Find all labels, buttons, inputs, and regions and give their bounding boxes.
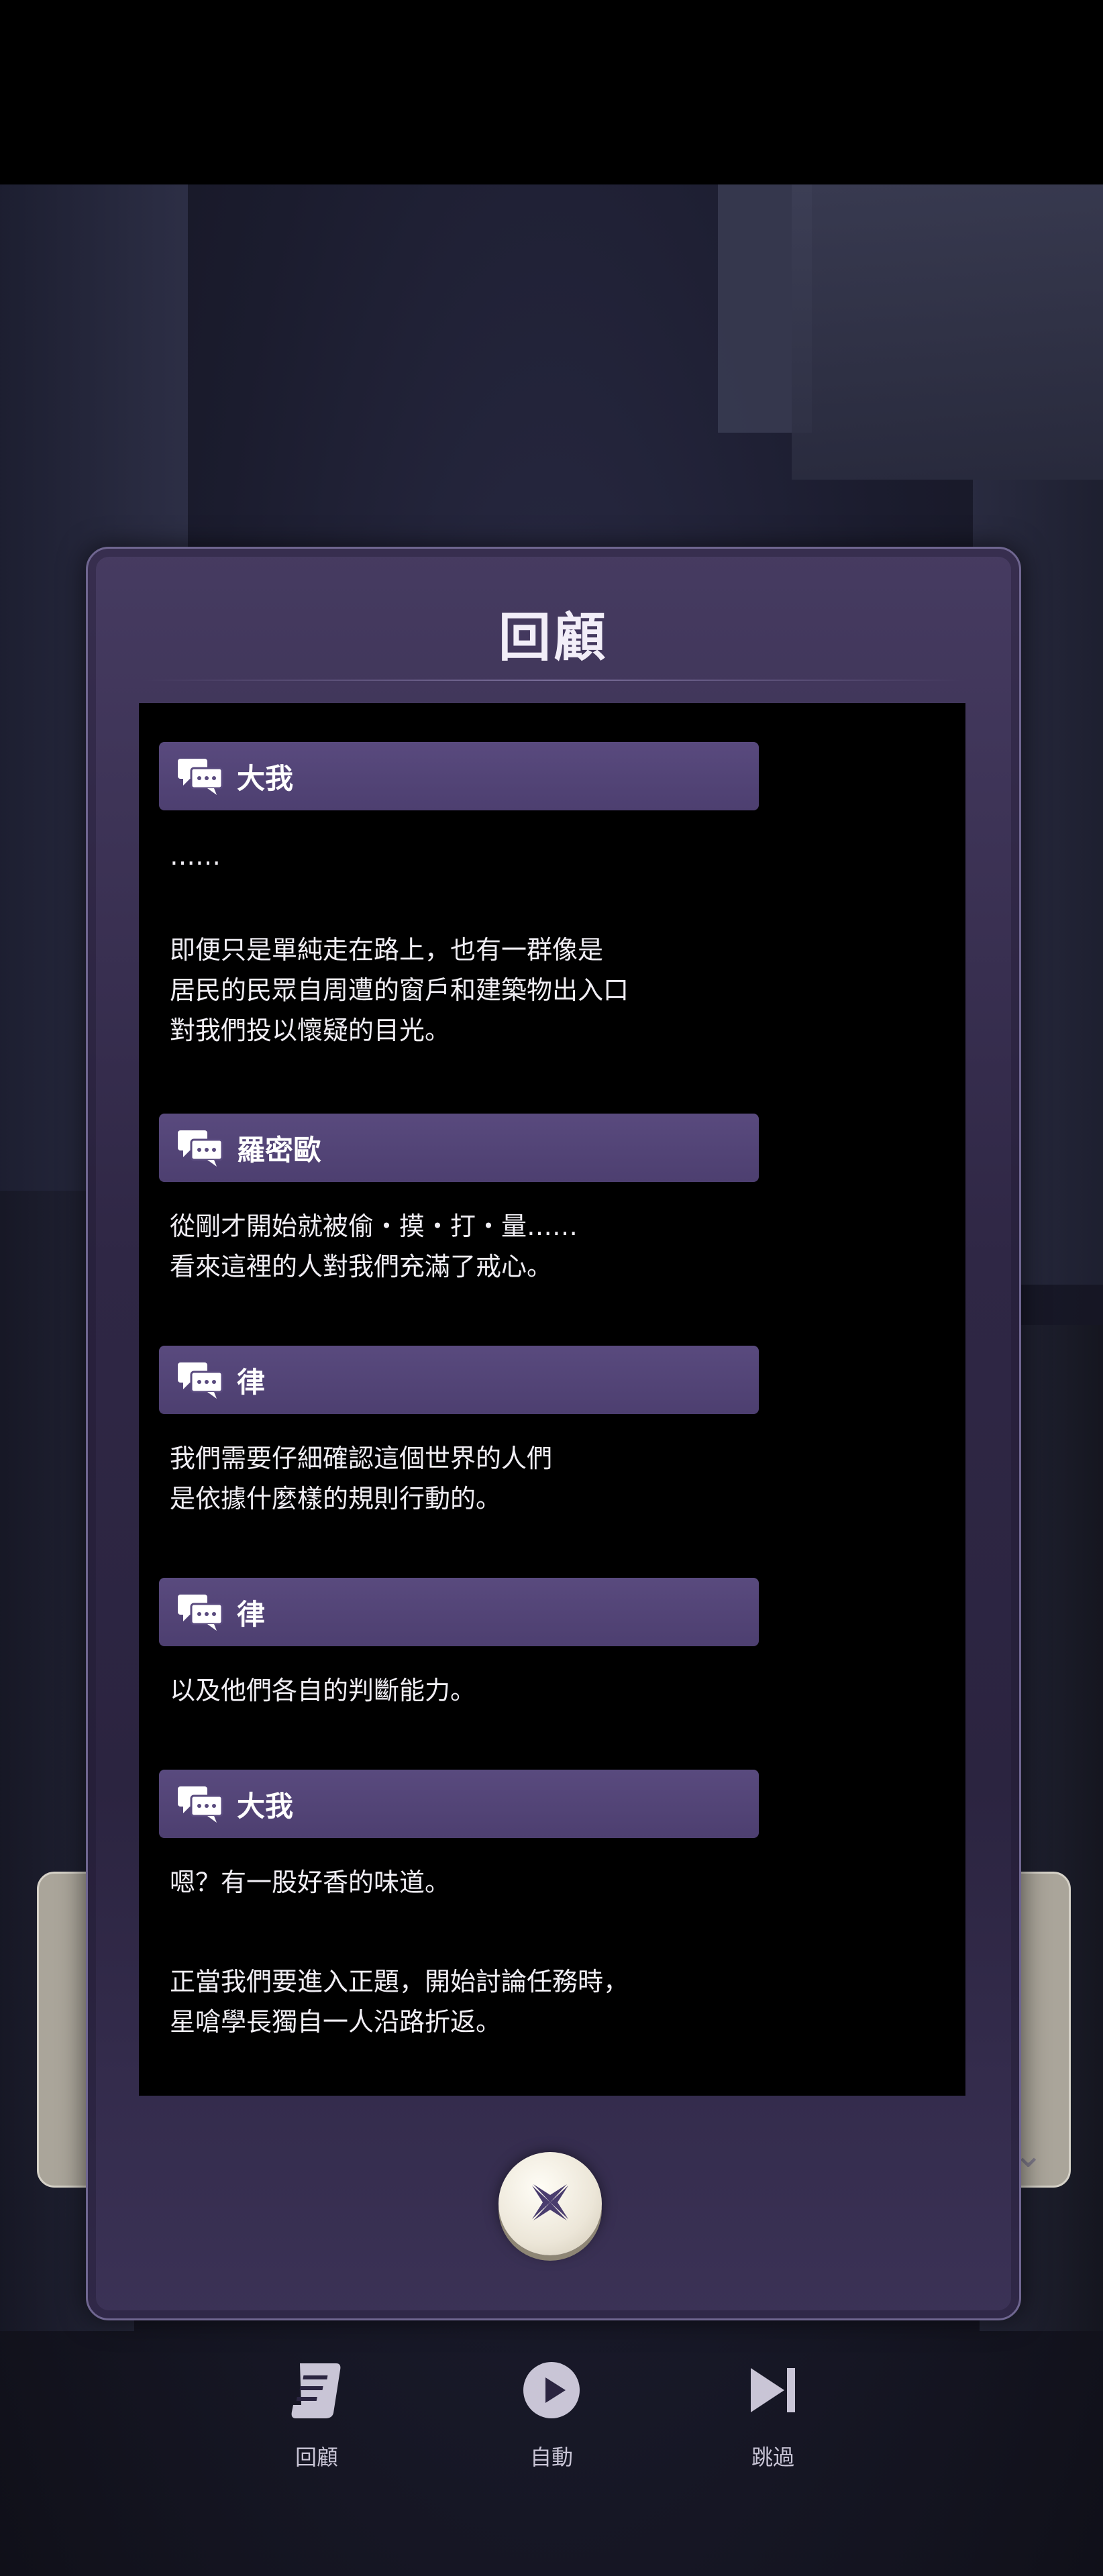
close-button[interactable] [498, 2152, 602, 2255]
dialog-line: 以及他們各自的判斷能力。 [170, 1676, 476, 1705]
skip-label: 跳過 [751, 2445, 794, 2470]
chat-bubble-icon [176, 1360, 225, 1400]
play-icon [515, 2353, 588, 2427]
dialog-line: 居民的民眾自周遭的窗戶和建築物出入口 [170, 975, 629, 1005]
dialog-line: 我們需要仔細確認這個世界的人們 [170, 1444, 553, 1473]
speaker-bar: 律 [159, 1346, 759, 1414]
backlog-button[interactable]: 回顧 [250, 2353, 384, 2471]
backlog-list[interactable]: 大我 …… 即便只是單純走在路上，也有一群像是 居民的民眾自周遭的窗戶和建築物出… [139, 703, 965, 2096]
dialog-line: 對我們投以懷疑的目光。 [170, 1016, 451, 1045]
speaker-name: 大我 [237, 1789, 294, 1823]
backlog-modal: 回顧 大我 …… 即便只是單純走在路上，也有一群像是 居民的民眾自周遭的窗戶和建… [86, 547, 1021, 2320]
modal-title: 回顧 [498, 608, 609, 668]
speaker-bar: 律 [159, 1578, 759, 1646]
bottom-controls: 回顧 自動 跳過 [0, 2308, 1103, 2576]
speaker-name: 大我 [237, 761, 294, 795]
speaker-name: 律 [237, 1597, 266, 1631]
dialog-line: …… [170, 841, 221, 871]
skip-forward-icon [736, 2353, 810, 2427]
chat-bubble-icon [176, 1592, 225, 1632]
speaker-bar: 大我 [159, 1770, 759, 1838]
chat-bubble-icon [176, 1784, 225, 1824]
chat-bubble-icon [176, 1128, 225, 1168]
speaker-name: 律 [237, 1365, 266, 1399]
dialog-line: 星嗆學長獨自一人沿路折返。 [170, 2007, 502, 2037]
backlog-label: 回顧 [295, 2445, 338, 2470]
dialog-line: 看來這裡的人對我們充滿了戒心。 [170, 1252, 553, 1281]
dialog-line: 嗯？有一股好香的味道。 [170, 1868, 451, 1897]
speaker-name: 羅密歐 [237, 1133, 322, 1167]
auto-label: 自動 [529, 2445, 573, 2470]
top-letterbox [0, 0, 1103, 184]
title-divider [142, 680, 965, 681]
dialog-line: 從剛才開始就被偷・摸・打・量…… [170, 1212, 578, 1241]
auto-button[interactable]: 自動 [484, 2353, 619, 2471]
dialog-line: 是依據什麼樣的規則行動的。 [170, 1484, 502, 1513]
speaker-bar: 羅密歐 [159, 1114, 759, 1182]
skip-button[interactable]: 跳過 [706, 2353, 840, 2471]
scroll-icon [280, 2353, 354, 2427]
dialog-line: 即便只是單純走在路上，也有一群像是 [170, 935, 604, 965]
chat-bubble-icon [176, 756, 225, 796]
background-building [792, 184, 1103, 480]
speaker-bar: 大我 [159, 742, 759, 810]
close-icon [527, 2179, 574, 2229]
dialog-line: 正當我們要進入正題，開始討論任務時， [170, 1967, 629, 1996]
